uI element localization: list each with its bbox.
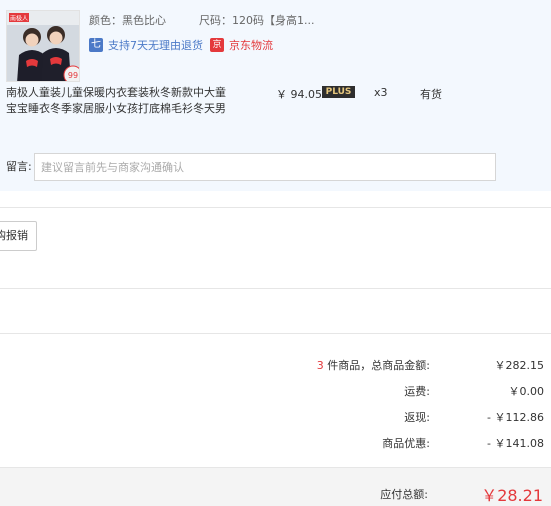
jd-logistics-icon: 京 xyxy=(210,38,224,52)
discount-label: 商品优惠: xyxy=(382,437,430,450)
return-policy-icon: 七 xyxy=(89,38,103,52)
product-quantity: x3 xyxy=(374,86,388,99)
summary-shipping-row: 运费: ￥0.00 xyxy=(0,383,551,399)
plus-badge: PLUS xyxy=(322,86,355,98)
message-input[interactable] xyxy=(34,153,496,181)
divider xyxy=(0,207,551,208)
svg-text:99: 99 xyxy=(68,71,78,80)
stock-status: 有货 xyxy=(420,88,442,101)
summary-discount-row: 商品优惠: - ￥141.08 xyxy=(0,435,551,451)
total-bar: 应付总额: ￥28.21 xyxy=(0,467,551,506)
item-count: 3 xyxy=(316,359,324,372)
items-total-value: ￥282.15 xyxy=(494,359,545,372)
product-thumbnail[interactable]: 南极人 99 xyxy=(6,10,80,82)
cashback-value: - ￥112.86 xyxy=(487,411,544,424)
jd-logistics-text: 京东物流 xyxy=(229,39,273,52)
product-panel: 南极人 99 颜色：黑色比心 尺码：120码【身高1... 七 支持7天无理由退… xyxy=(0,0,551,191)
divider xyxy=(0,288,551,289)
svg-text:南极人: 南极人 xyxy=(10,15,28,23)
cashback-label: 返现: xyxy=(404,411,430,424)
report-button[interactable]: 购报销 xyxy=(0,221,37,251)
product-color: 颜色：黑色比心 xyxy=(89,14,166,27)
service-badges: 七 支持7天无理由退货 京 京东物流 xyxy=(89,37,273,53)
product-price: ￥ 94.05 xyxy=(276,88,322,101)
summary-items-row: 3 件商品，总商品金额: ￥282.15 xyxy=(0,357,551,373)
product-name[interactable]: 南极人童装儿童保暖内衣套装秋冬新款中大童宝宝睡衣冬季家居服小女孩打底棉毛衫冬天男 xyxy=(6,85,231,117)
shipping-value: ￥0.00 xyxy=(508,385,545,398)
message-label: 留言: xyxy=(6,160,32,173)
product-size: 尺码：120码【身高1... xyxy=(199,14,315,27)
discount-value: - ￥141.08 xyxy=(487,437,544,450)
divider xyxy=(0,333,551,334)
total-value: ￥28.21 xyxy=(481,486,543,505)
items-total-label: 3 件商品，总商品金额: xyxy=(317,357,430,373)
return-policy-text[interactable]: 支持7天无理由退货 xyxy=(108,37,203,53)
total-label: 应付总额: xyxy=(380,488,428,501)
items-total-text: 件商品，总商品金额: xyxy=(323,359,430,372)
summary-cashback-row: 返现: - ￥112.86 xyxy=(0,409,551,425)
shipping-label: 运费: xyxy=(404,385,430,398)
